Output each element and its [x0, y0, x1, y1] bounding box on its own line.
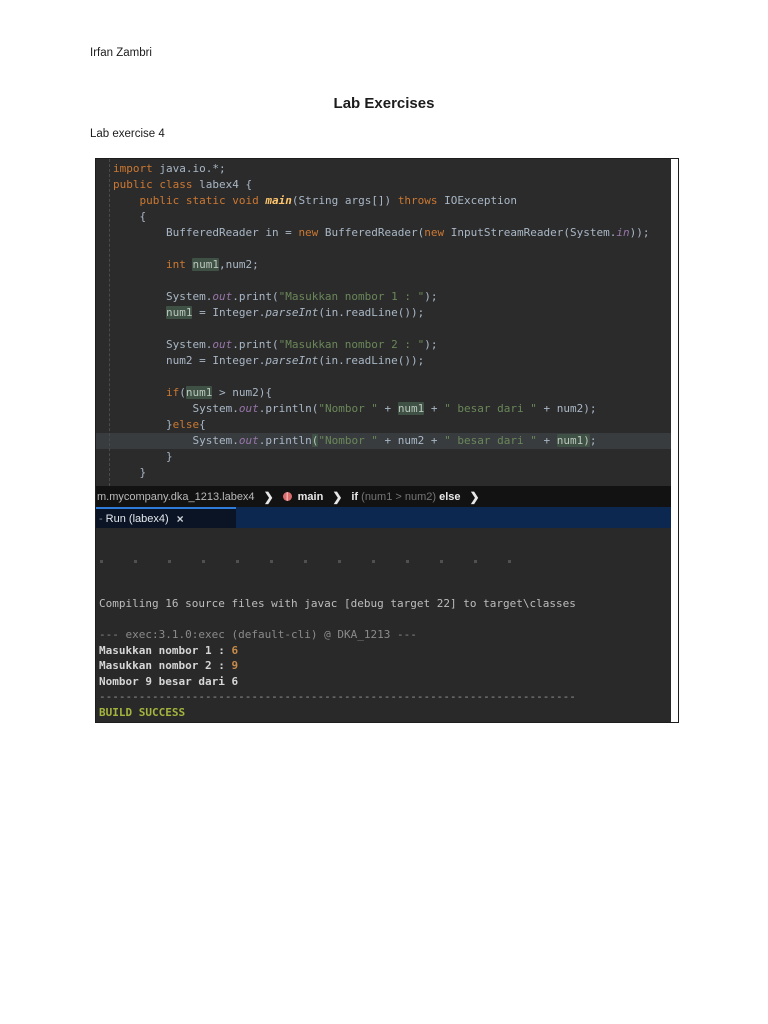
author-name: Irfan Zambri: [90, 47, 152, 59]
console-line: Masukkan nombor 2 : 9: [99, 658, 671, 674]
code-line[interactable]: BufferedReader in = new BufferedReader(n…: [96, 225, 671, 241]
editor-gutter: [96, 159, 110, 486]
code-line[interactable]: System.out.println("Nombor " + num1 + " …: [96, 401, 671, 417]
code-line[interactable]: if(num1 > num2){: [96, 385, 671, 401]
code-line[interactable]: }else{: [96, 417, 671, 433]
output-tab-bar: - Run (labex4) ×: [96, 507, 671, 528]
console-lines: Compiling 16 source files with javac [de…: [99, 596, 671, 722]
section-label: Lab exercise 4: [90, 128, 165, 140]
chevron-right-icon: ❯: [470, 490, 480, 504]
output-console[interactable]: Compiling 16 source files with javac [de…: [96, 528, 671, 722]
console-line: ----------------------------------------…: [99, 689, 671, 705]
code-line[interactable]: [96, 321, 671, 337]
code-line[interactable]: int num1,num2;: [96, 257, 671, 273]
code-line[interactable]: import java.io.*;: [96, 161, 671, 177]
chevron-right-icon: ❯: [332, 490, 342, 504]
code-line[interactable]: public static void main(String args[]) t…: [96, 193, 671, 209]
code-line[interactable]: public class labex4 {: [96, 177, 671, 193]
breadcrumb-method[interactable]: main: [283, 491, 324, 503]
code-editor[interactable]: import java.io.*;public class labex4 { p…: [96, 159, 671, 486]
console-line: Masukkan nombor 1 : 6: [99, 643, 671, 659]
code-line[interactable]: System.out.println("Nombor " + num2 + " …: [96, 433, 671, 449]
close-icon[interactable]: ×: [177, 512, 184, 526]
code-line[interactable]: }: [96, 449, 671, 465]
console-line: BUILD SUCCESS: [99, 705, 671, 721]
code-area: import java.io.*;public class labex4 { p…: [96, 161, 671, 481]
clipped-output-line: [100, 560, 530, 563]
method-icon: [283, 492, 292, 501]
code-line[interactable]: System.out.print("Masukkan nombor 2 : ")…: [96, 337, 671, 353]
document-page: { "document": { "author": "Irfan Zambri"…: [0, 0, 768, 1024]
console-line: --- exec:3.1.0:exec (default-cli) @ DKA_…: [99, 627, 671, 643]
output-tab-run[interactable]: - Run (labex4) ×: [96, 507, 236, 528]
console-line: ----------------------------------------…: [99, 720, 671, 722]
console-line: Compiling 16 source files with javac [de…: [99, 596, 671, 612]
tab-edge-fragment: -: [99, 513, 103, 525]
console-line: [99, 612, 671, 628]
code-line[interactable]: System.out.print("Masukkan nombor 1 : ")…: [96, 289, 671, 305]
breadcrumb-if-else[interactable]: if (num1 > num2) else: [351, 491, 460, 503]
chevron-right-icon: ❯: [264, 490, 274, 504]
console-line: Nombor 9 besar dari 6: [99, 674, 671, 690]
code-line[interactable]: [96, 273, 671, 289]
code-line[interactable]: [96, 241, 671, 257]
screenshot-frame: import java.io.*;public class labex4 { p…: [95, 158, 679, 723]
breadcrumb-method-label: main: [298, 491, 324, 503]
output-tab-label: Run (labex4): [106, 513, 169, 525]
page-title: Lab Exercises: [0, 95, 768, 112]
code-line[interactable]: num1 = Integer.parseInt(in.readLine());: [96, 305, 671, 321]
tab-strip-empty: [236, 507, 671, 528]
breadcrumb-bar[interactable]: m.mycompany.dka_1213.labex4 ❯ main ❯ if (num…: [96, 486, 671, 507]
code-line[interactable]: {: [96, 209, 671, 225]
ide-screenshot: import java.io.*;public class labex4 { p…: [96, 159, 671, 722]
breadcrumb-package[interactable]: m.mycompany.dka_1213.labex4: [97, 491, 255, 503]
code-line[interactable]: num2 = Integer.parseInt(in.readLine());: [96, 353, 671, 369]
code-line[interactable]: }: [96, 465, 671, 481]
code-line[interactable]: [96, 369, 671, 385]
